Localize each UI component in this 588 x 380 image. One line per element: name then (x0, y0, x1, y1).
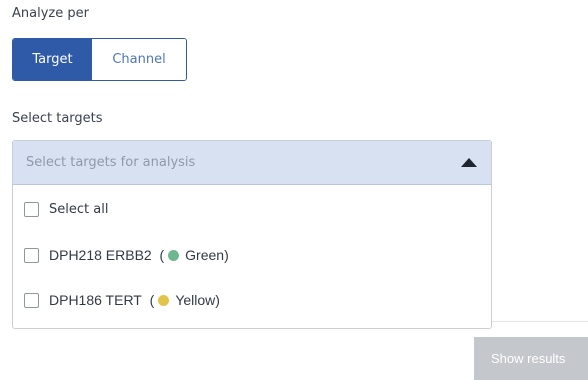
channel-name: Yellow (175, 292, 216, 308)
footer-divider (492, 321, 588, 322)
analyze-option-target[interactable]: Target (13, 39, 92, 80)
target-option-tert[interactable]: DPH186 TERT (Yellow) (24, 292, 220, 308)
select-all-option[interactable]: Select all (24, 202, 108, 217)
targets-search-input[interactable] (26, 155, 446, 170)
targets-dropdown: Select all DPH218 ERBB2 (Green) DPH186 T… (12, 140, 492, 329)
target-name: DPH186 TERT (49, 292, 142, 308)
select-targets-label: Select targets (12, 111, 103, 126)
target-label-tert: DPH186 TERT (Yellow) (49, 292, 220, 308)
target-checkbox-tert[interactable] (24, 292, 39, 308)
select-all-label: Select all (49, 202, 109, 217)
channel-name: Green (185, 247, 225, 263)
target-label-erbb2: DPH218 ERBB2 (Green) (49, 247, 229, 263)
caret-up-icon[interactable] (461, 158, 477, 167)
analyze-per-label: Analyze per (12, 6, 89, 21)
analyze-option-channel[interactable]: Channel (92, 39, 186, 80)
target-checkbox-erbb2[interactable] (24, 247, 39, 263)
targets-dropdown-header[interactable] (13, 141, 491, 185)
target-option-erbb2[interactable]: DPH218 ERBB2 (Green) (24, 247, 229, 263)
channel-dot-icon (168, 250, 180, 261)
target-name: DPH218 ERBB2 (49, 247, 152, 263)
analysis-settings-panel: Analyze per Target Channel Select target… (0, 0, 588, 380)
select-all-checkbox[interactable] (24, 202, 39, 217)
show-results-button[interactable]: Show results (474, 337, 588, 380)
channel-dot-icon (158, 295, 170, 306)
analyze-per-toggle: Target Channel (12, 38, 187, 81)
